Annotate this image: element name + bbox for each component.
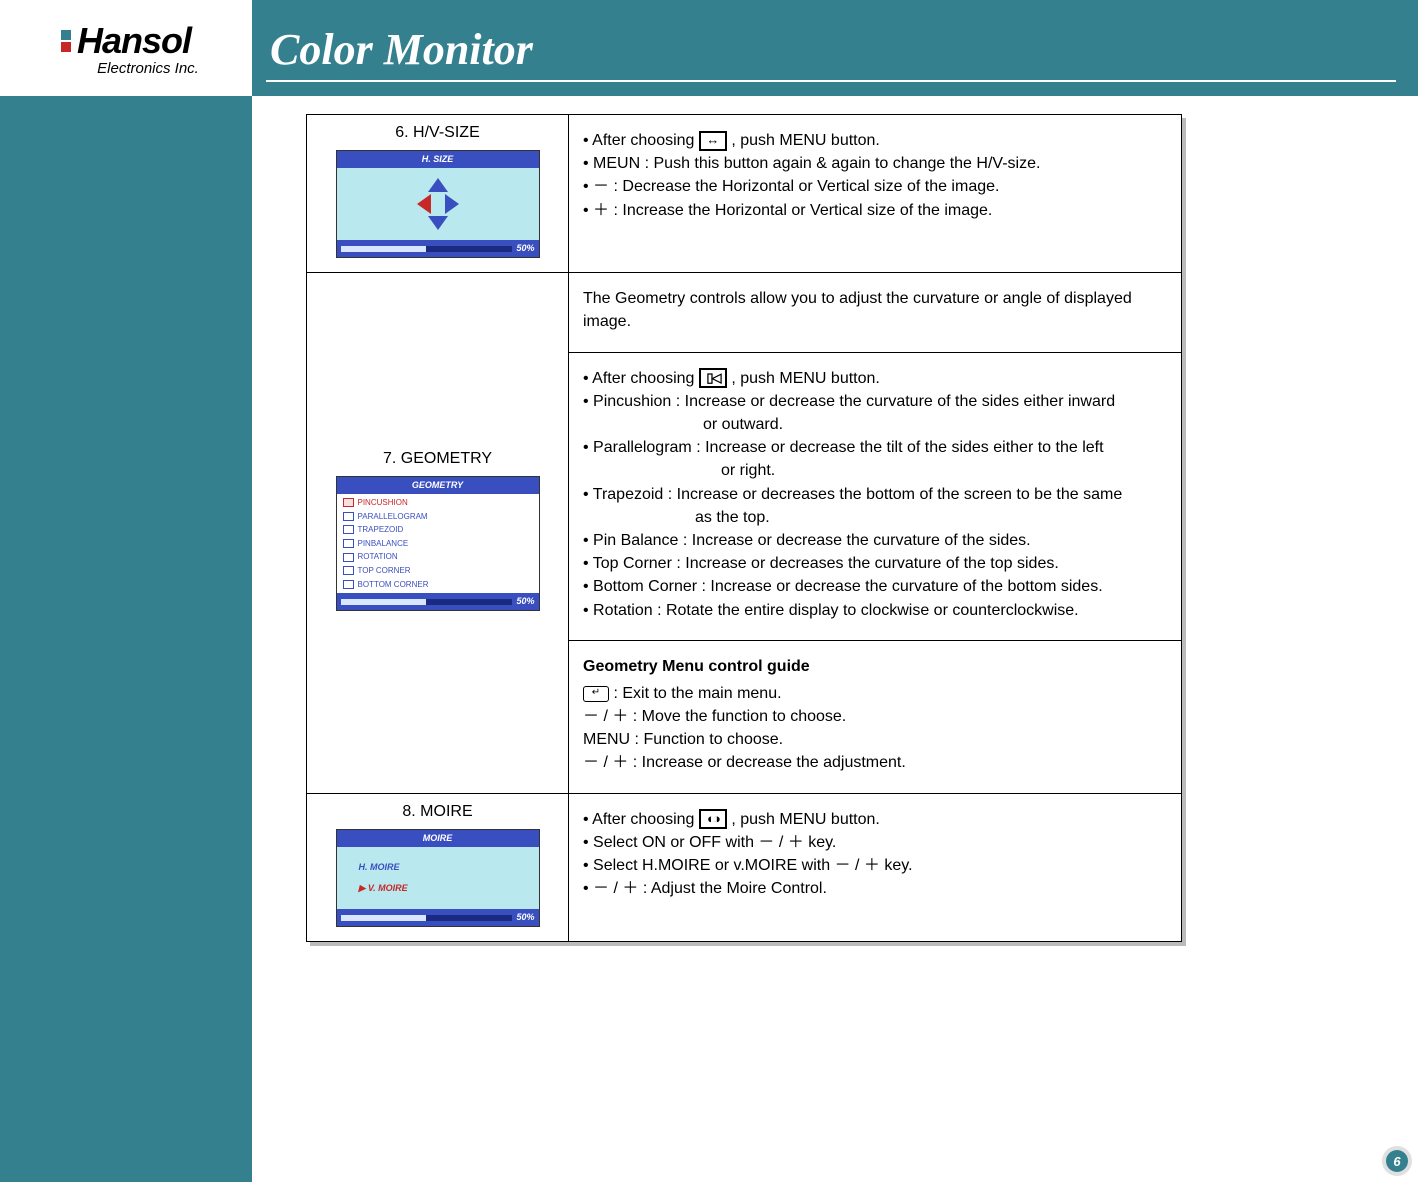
geom-b1a: • After choosing bbox=[583, 370, 699, 387]
guide-title: Geometry Menu control guide bbox=[583, 655, 1167, 678]
geom-b2i: or outward. bbox=[583, 413, 1167, 436]
geom-b1b: , push MENU button. bbox=[731, 370, 880, 387]
moire-b1a: • After choosing bbox=[583, 811, 699, 828]
hvsize-b2: • MEUN : Push this button again & again … bbox=[583, 152, 1167, 175]
geom-b3: • Parallelogram : Increase or decrease t… bbox=[583, 436, 1167, 459]
geometry-desc: • After choosing ▯◁ , push MENU button. … bbox=[569, 352, 1182, 640]
moire-label: 8. MOIRE bbox=[315, 800, 560, 823]
hvsize-osd: H. SIZE 50% bbox=[336, 150, 540, 258]
geometry-percent: 50% bbox=[516, 595, 534, 608]
arrow-left-icon bbox=[417, 194, 431, 214]
geom-item: BOTTOM CORNER bbox=[343, 578, 533, 592]
hvsize-label: 6. H/V-SIZE bbox=[315, 121, 560, 144]
guide-g2: － / ＋ : Move the function to choose. bbox=[583, 705, 1167, 728]
brand-name: Hansol bbox=[77, 20, 191, 62]
geometry-osd: GEOMETRY PINCUSHION PARALLELOGRAM TRAPEZ… bbox=[336, 476, 540, 611]
guide-g3: MENU : Function to choose. bbox=[583, 728, 1167, 751]
guide-g4: － / ＋ : Increase or decrease the adjustm… bbox=[583, 751, 1167, 774]
geom-item: TOP CORNER bbox=[343, 564, 533, 578]
moire-b2: • Select ON or OFF with － / ＋ key. bbox=[583, 831, 1167, 854]
geom-b8: • Rotation : Rotate the entire display t… bbox=[583, 599, 1167, 622]
hvsize-progress bbox=[341, 246, 513, 252]
geom-item: PINBALANCE bbox=[343, 537, 533, 551]
hvsize-percent: 50% bbox=[516, 242, 534, 255]
hvsize-osd-header: H. SIZE bbox=[337, 151, 539, 168]
arrow-up-icon bbox=[428, 178, 448, 192]
logo-squares-icon bbox=[61, 30, 71, 52]
arrow-down-icon bbox=[428, 216, 448, 230]
geom-b2: • Pincushion : Increase or decrease the … bbox=[583, 390, 1167, 413]
left-sidebar-strip bbox=[0, 0, 252, 1182]
moire-progress bbox=[341, 915, 513, 921]
hvsize-b3: • － : Decrease the Horizontal or Vertica… bbox=[583, 175, 1167, 198]
page-number-badge: 6 bbox=[1382, 1146, 1412, 1176]
geometry-guide: Geometry Menu control guide ↵ : Exit to … bbox=[569, 640, 1182, 793]
brand-subtitle: Electronics Inc. bbox=[97, 60, 199, 77]
geom-b5: • Pin Balance : Increase or decrease the… bbox=[583, 529, 1167, 552]
exit-icon: ↵ bbox=[583, 686, 609, 702]
geom-b6: • Top Corner : Increase or decreases the… bbox=[583, 552, 1167, 575]
moire-percent: 50% bbox=[516, 911, 534, 924]
moire-b3: • Select H.MOIRE or v.MOIRE with － / ＋ k… bbox=[583, 854, 1167, 877]
moire-osd-header: MOIRE bbox=[337, 830, 539, 847]
moire-v: V. MOIRE bbox=[347, 878, 529, 899]
geometry-label: 7. GEOMETRY bbox=[315, 447, 560, 470]
geometry-osd-header: GEOMETRY bbox=[337, 477, 539, 494]
geom-item: PINCUSHION bbox=[343, 496, 533, 510]
moire-desc: • After choosing ◐◑ , push MENU button. … bbox=[569, 793, 1182, 941]
moire-icon: ◐◑ bbox=[699, 809, 727, 829]
geom-b3i: or right. bbox=[583, 459, 1167, 482]
geom-item: ROTATION bbox=[343, 550, 533, 564]
brand-logo-box: Hansol Electronics Inc. bbox=[0, 0, 252, 96]
geom-b4: • Trapezoid : Increase or decreases the … bbox=[583, 483, 1167, 506]
hvsize-b1a: • After choosing bbox=[583, 132, 699, 149]
geometry-intro: The Geometry controls allow you to adjus… bbox=[569, 273, 1182, 352]
geom-b7: • Bottom Corner : Increase or decrease t… bbox=[583, 575, 1167, 598]
hvsize-desc: • After choosing ↔ , push MENU button. •… bbox=[569, 115, 1182, 273]
manual-table: 6. H/V-SIZE H. SIZE 50% bbox=[306, 114, 1182, 942]
geom-b4i: as the top. bbox=[583, 506, 1167, 529]
moire-osd: MOIRE H. MOIRE V. MOIRE 50% bbox=[336, 829, 540, 927]
arrow-cluster-icon bbox=[343, 174, 533, 234]
moire-b4: • － / ＋ : Adjust the Moire Control. bbox=[583, 877, 1167, 900]
page-title: Color Monitor bbox=[270, 24, 533, 75]
arrow-right-icon bbox=[445, 194, 459, 214]
geom-item: TRAPEZOID bbox=[343, 523, 533, 537]
geometry-progress bbox=[341, 599, 513, 605]
hvsize-b1b: , push MENU button. bbox=[731, 132, 880, 149]
expand-horizontal-icon: ↔ bbox=[699, 131, 727, 151]
moire-h: H. MOIRE bbox=[347, 857, 529, 878]
moire-b1b: , push MENU button. bbox=[731, 811, 880, 828]
guide-g1: : Exit to the main menu. bbox=[613, 685, 781, 702]
pincushion-icon: ▯◁ bbox=[699, 368, 727, 388]
page-number: 6 bbox=[1386, 1150, 1408, 1172]
title-underline bbox=[266, 80, 1396, 82]
geom-item: PARALLELOGRAM bbox=[343, 510, 533, 524]
hvsize-b4: • ＋ : Increase the Horizontal or Vertica… bbox=[583, 199, 1167, 222]
